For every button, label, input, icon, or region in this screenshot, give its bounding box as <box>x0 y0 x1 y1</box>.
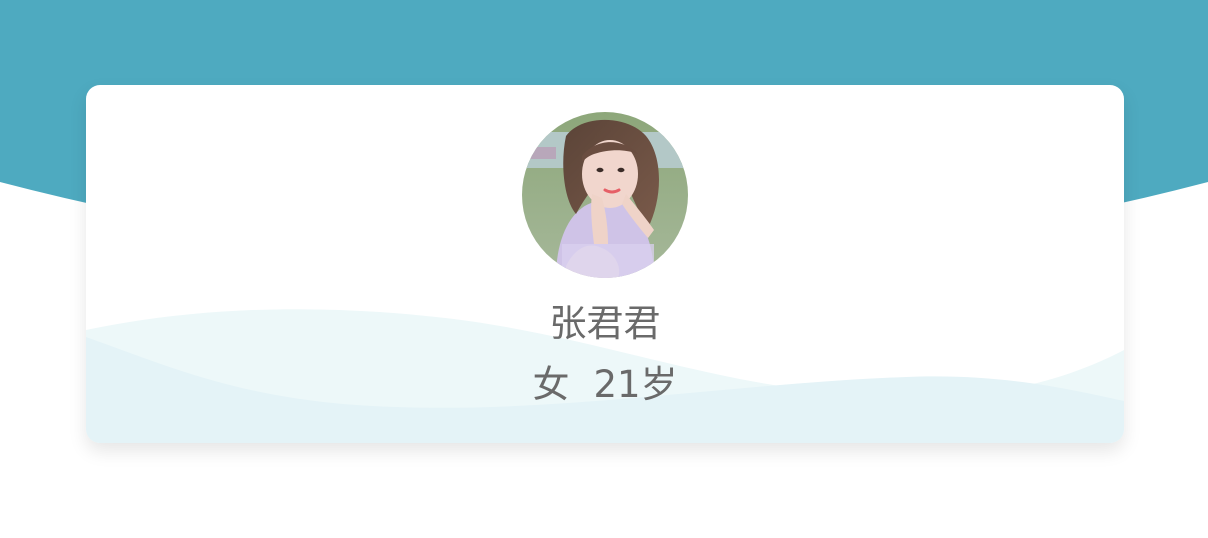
user-avatar[interactable] <box>522 112 688 278</box>
profile-card: 张君君 女 21岁 <box>86 85 1124 443</box>
user-gender: 女 <box>532 363 570 406</box>
avatar-portrait-image <box>522 112 688 278</box>
user-meta: 女 21岁 <box>86 361 1124 409</box>
user-age: 21岁 <box>593 363 678 406</box>
user-name: 张君君 <box>549 302 661 345</box>
